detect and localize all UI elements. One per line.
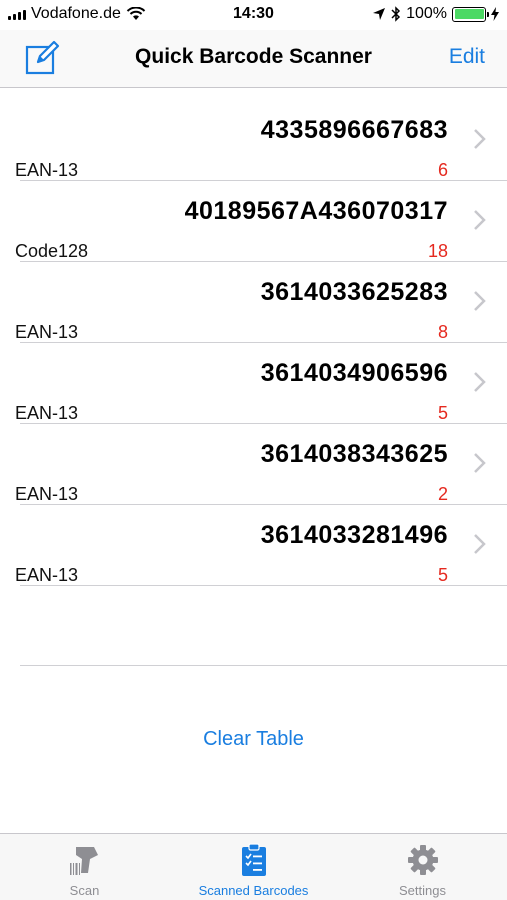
battery-icon	[452, 6, 489, 22]
barcode-type: EAN-13	[15, 484, 79, 504]
barcode-type: EAN-13	[15, 322, 79, 342]
status-bar: Vodafone.de 14:30 100%	[0, 0, 507, 30]
tab-scanned-barcodes-label: Scanned Barcodes	[198, 883, 309, 898]
barcode-type: EAN-13	[15, 403, 79, 423]
status-right: 100%	[372, 5, 499, 23]
clear-table-button[interactable]: Clear Table	[0, 728, 507, 751]
scan-count: 5	[437, 403, 448, 423]
chevron-right-icon	[474, 210, 486, 230]
tab-bar: Scan Scanned Barcodes Settings	[0, 833, 507, 900]
chevron-right-icon	[474, 534, 486, 554]
barcode-type: Code128	[15, 241, 89, 261]
tab-settings[interactable]: Settings	[338, 834, 507, 900]
chevron-right-icon	[474, 372, 486, 392]
scan-count: 6	[437, 160, 448, 180]
chevron-right-icon	[474, 129, 486, 149]
location-arrow-icon	[373, 8, 386, 20]
page-title: Quick Barcode Scanner	[135, 45, 372, 68]
scan-count: 2	[437, 484, 448, 504]
chevron-right-icon	[474, 453, 486, 473]
table-row[interactable]: 3614034906596 EAN-13 5	[0, 343, 507, 424]
barcode-value: 3614033625283	[260, 278, 448, 306]
tab-scan[interactable]: Scan	[0, 834, 169, 900]
clipboard-icon	[241, 843, 266, 876]
barcode-scanner-icon	[69, 847, 98, 875]
table-row[interactable]: 4335896667683 EAN-13 6	[0, 100, 507, 181]
barcode-value: 3614038343625	[260, 440, 448, 468]
barcode-value: 40189567A436070317	[184, 197, 448, 225]
tab-scanned-barcodes[interactable]: Scanned Barcodes	[169, 834, 338, 900]
tab-settings-label: Settings	[399, 883, 446, 898]
chevron-right-icon	[474, 291, 486, 311]
table-row[interactable]: 40189567A436070317 Code128 18	[0, 181, 507, 262]
barcode-value: 4335896667683	[260, 116, 448, 144]
barcode-type: EAN-13	[15, 160, 79, 180]
barcode-value: 3614034906596	[260, 359, 448, 387]
gear-icon	[407, 845, 438, 875]
bluetooth-icon	[391, 6, 401, 22]
edit-button[interactable]: Edit	[449, 45, 485, 69]
table-row[interactable]: 3614033281496 EAN-13 5	[0, 505, 507, 586]
barcode-type: EAN-13	[15, 565, 79, 585]
scan-count: 18	[427, 241, 448, 261]
scan-count: 5	[437, 565, 448, 585]
charging-bolt-icon	[491, 7, 499, 21]
battery-percent: 100%	[406, 5, 447, 22]
tab-scan-label: Scan	[69, 883, 100, 898]
scan-count: 8	[437, 322, 448, 342]
barcode-list: 4335896667683 EAN-13 6 40189567A43607031…	[0, 100, 507, 586]
table-footer-separator	[20, 665, 507, 666]
row-separator	[20, 585, 507, 586]
table-row[interactable]: 3614033625283 EAN-13 8	[0, 262, 507, 343]
barcode-value: 3614033281496	[260, 521, 448, 549]
table-row[interactable]: 3614038343625 EAN-13 2	[0, 424, 507, 505]
navigation-bar: Quick Barcode Scanner Edit	[0, 30, 507, 88]
